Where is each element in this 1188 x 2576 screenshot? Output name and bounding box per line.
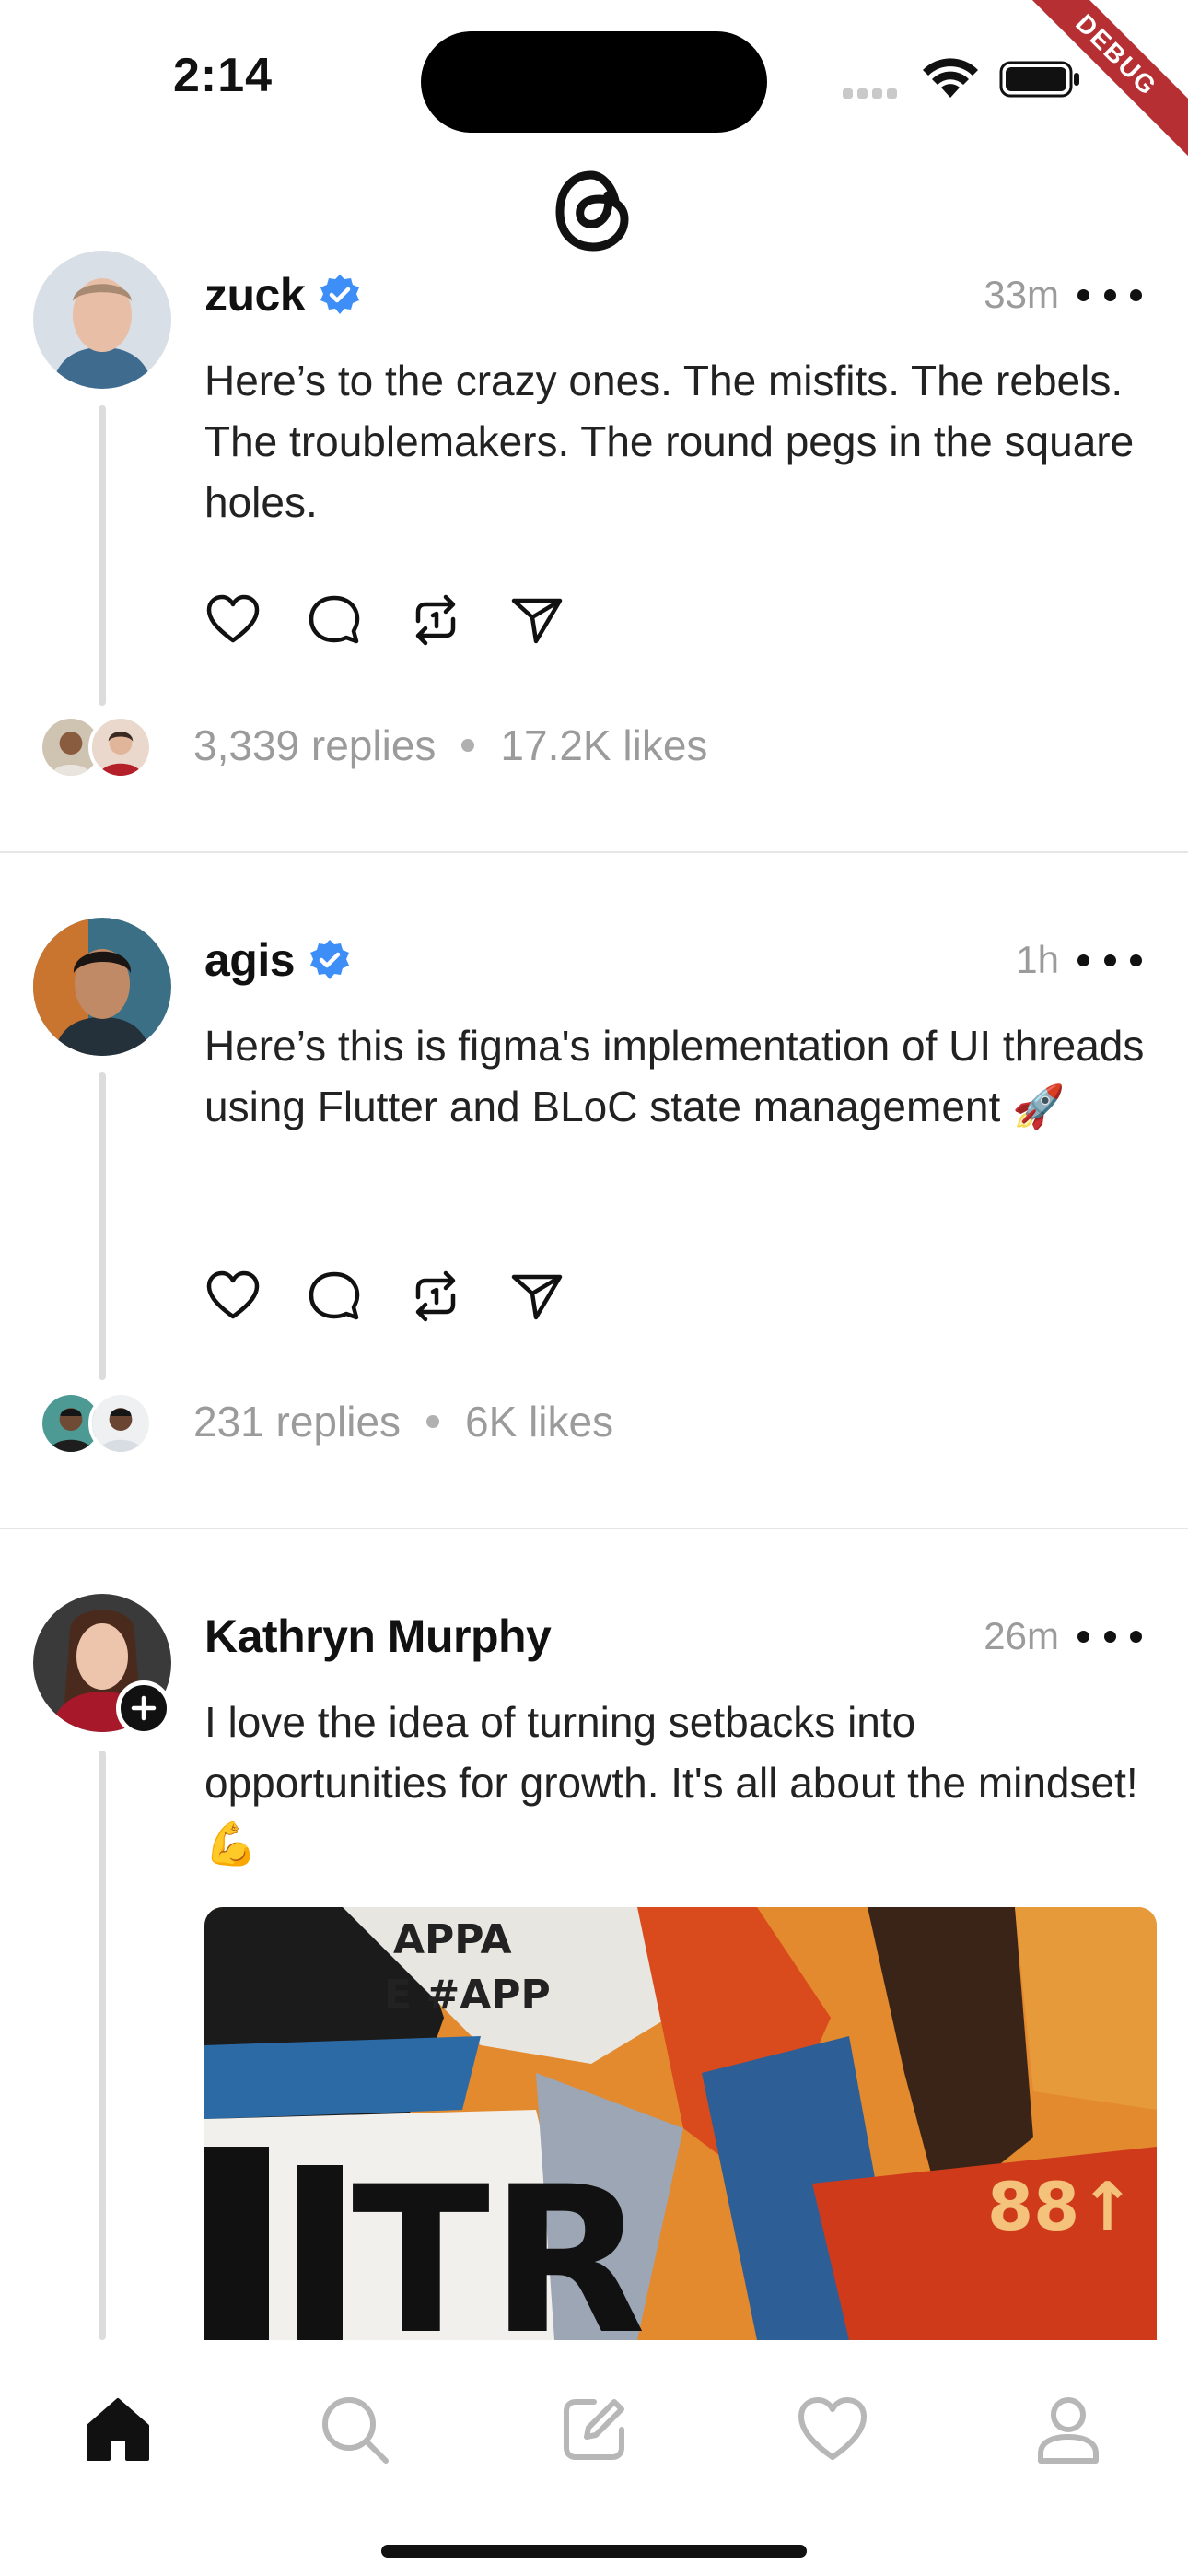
follow-button[interactable] [116, 1680, 171, 1736]
profile-icon [1038, 2397, 1099, 2464]
home-icon [87, 2398, 149, 2461]
more-options-button[interactable] [1077, 1618, 1142, 1655]
repost-button[interactable] [407, 1268, 464, 1325]
username[interactable]: agis [204, 933, 296, 987]
comment-button[interactable] [306, 1268, 363, 1325]
thread-line [99, 1751, 106, 2340]
avatar-agis[interactable] [33, 918, 171, 1056]
repost-button[interactable] [407, 591, 464, 649]
compose-icon [564, 2399, 624, 2460]
image-poster-text: 88↑ [987, 2168, 1136, 2245]
avatar-zuck[interactable] [33, 251, 171, 389]
home-indicator[interactable] [381, 2545, 807, 2558]
plus-icon [131, 1695, 157, 1721]
nav-profile[interactable] [1031, 2393, 1105, 2466]
activity-icon [798, 2397, 867, 2460]
post-divider [0, 851, 1188, 853]
status-bar: 2:14 DEBUG [0, 0, 1188, 168]
comment-button[interactable] [306, 591, 363, 649]
post-header: Kathryn Murphy [204, 1609, 552, 1664]
like-button[interactable] [204, 591, 262, 649]
username[interactable]: zuck [204, 268, 306, 322]
post-text: Here’s to the crazy ones. The misfits. T… [204, 357, 1135, 526]
post-header: zuck [204, 267, 362, 322]
post-time: 26m [984, 1614, 1059, 1657]
post-header: agis [204, 932, 352, 988]
replier-avatar [88, 715, 153, 779]
cellular-signal-icon [843, 87, 902, 103]
separator-dot [461, 739, 475, 752]
heart-icon [206, 594, 260, 643]
post-text: I love the idea of turning setbacks into… [204, 1698, 1138, 1868]
post-actions [204, 1264, 565, 1329]
post-time: 1h [1016, 938, 1059, 981]
nav-compose[interactable] [557, 2393, 631, 2466]
post-divider [0, 1528, 1188, 1529]
share-icon [511, 598, 563, 644]
post-stats: 231 replies 6K likes [193, 1397, 613, 1446]
bottom-nav [0, 2340, 1188, 2576]
thread-line [99, 405, 106, 706]
post-image[interactable]: APPA E #APP TR 88↑ [204, 1907, 1157, 2340]
replies-count[interactable]: 231 replies [193, 1397, 401, 1446]
replier-avatars [39, 1391, 158, 1456]
more-options-button[interactable] [1077, 276, 1142, 313]
replier-avatar [88, 1391, 153, 1456]
comment-icon [309, 595, 360, 644]
threads-logo-icon [555, 170, 629, 252]
verified-badge-icon [320, 275, 360, 314]
wifi-icon [923, 58, 978, 98]
verified-badge-icon [310, 940, 350, 979]
more-options-button[interactable] [1077, 942, 1142, 978]
share-icon [511, 1274, 563, 1320]
likes-count[interactable]: 6K likes [465, 1397, 613, 1446]
replies-count[interactable]: 3,339 replies [193, 720, 436, 770]
repost-icon [415, 594, 456, 646]
nav-activity[interactable] [796, 2393, 869, 2466]
separator-dot [426, 1415, 440, 1428]
post-actions [204, 588, 565, 652]
status-time: 2:14 [173, 49, 274, 102]
battery-icon [999, 61, 1079, 98]
likes-count[interactable]: 17.2K likes [500, 720, 707, 770]
search-icon [322, 2397, 389, 2464]
username[interactable]: Kathryn Murphy [204, 1610, 552, 1663]
dynamic-island [421, 31, 767, 133]
nav-search[interactable] [318, 2393, 391, 2466]
comment-icon [309, 1271, 360, 1320]
share-button[interactable] [508, 1268, 565, 1325]
like-button[interactable] [204, 1268, 262, 1325]
replier-avatars [39, 715, 158, 779]
post-time: 33m [984, 273, 1059, 316]
image-poster-text: E #APP [384, 1972, 551, 2019]
post-text: Here’s this is figma's implementation of… [204, 1022, 1145, 1130]
post-stats: 3,339 replies 17.2K likes [193, 720, 707, 770]
repost-icon [415, 1270, 456, 1322]
image-poster-text: APPA [393, 1916, 512, 1963]
heart-icon [206, 1270, 260, 1319]
nav-home[interactable] [81, 2393, 155, 2466]
image-poster-text: TR [352, 2143, 646, 2340]
share-button[interactable] [508, 591, 565, 649]
thread-line [99, 1072, 106, 1380]
